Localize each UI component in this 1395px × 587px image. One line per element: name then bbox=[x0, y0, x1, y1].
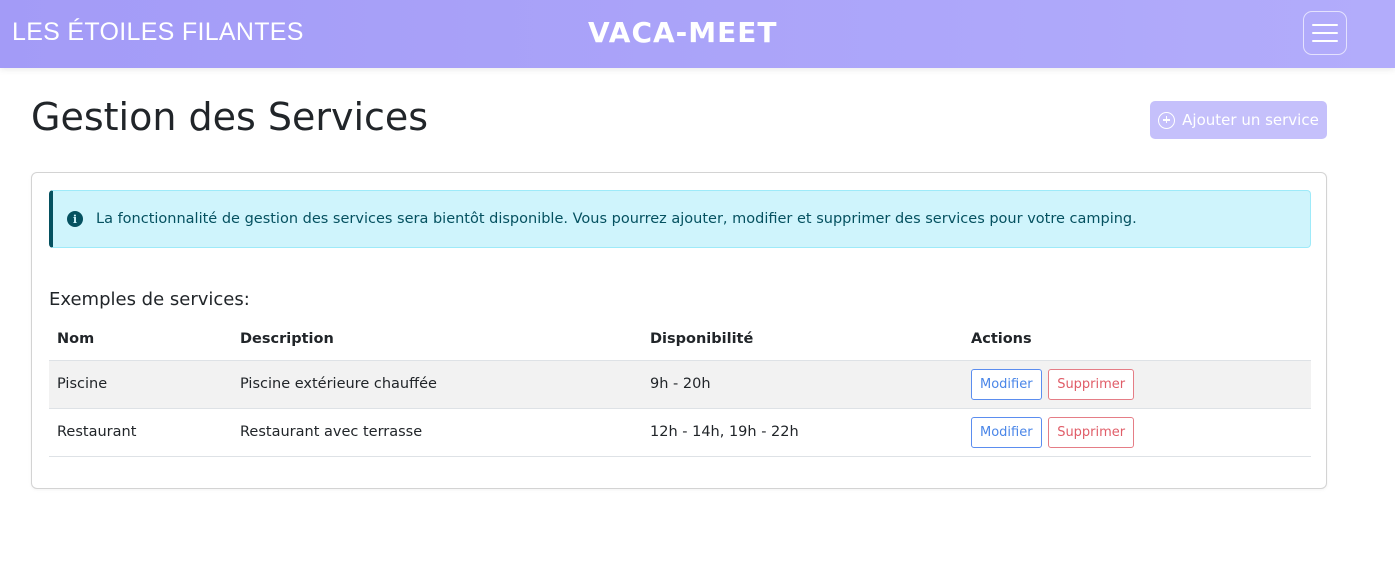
table-row: Restaurant Restaurant avec terrasse 12h … bbox=[49, 408, 1311, 457]
column-header-description: Description bbox=[232, 319, 642, 361]
hamburger-icon bbox=[1312, 24, 1338, 26]
cell-description: Restaurant avec terrasse bbox=[232, 408, 642, 457]
hamburger-icon-line bbox=[1312, 32, 1338, 34]
delete-button[interactable]: Supprimer bbox=[1048, 368, 1135, 400]
cell-name: Piscine bbox=[49, 360, 232, 409]
edit-button[interactable]: Modifier bbox=[971, 368, 1042, 400]
hamburger-icon-line bbox=[1312, 40, 1338, 42]
navbar: LES ÉTOILES FILANTES VACA-MEET bbox=[0, 0, 1395, 68]
cell-actions: Modifier Supprimer bbox=[963, 360, 1311, 409]
cell-actions: Modifier Supprimer bbox=[963, 408, 1311, 457]
column-header-availability: Disponibilité bbox=[642, 319, 963, 361]
delete-button[interactable]: Supprimer bbox=[1048, 416, 1135, 448]
examples-title: Exemples de services: bbox=[49, 289, 250, 310]
add-service-button[interactable]: Ajouter un service bbox=[1150, 101, 1327, 139]
cell-description: Piscine extérieure chauffée bbox=[232, 360, 642, 409]
cell-availability: 9h - 20h bbox=[642, 360, 963, 409]
cell-name: Restaurant bbox=[49, 408, 232, 457]
edit-button[interactable]: Modifier bbox=[971, 416, 1042, 448]
info-alert: i La fonctionnalité de gestion des servi… bbox=[49, 190, 1311, 248]
services-card: i La fonctionnalité de gestion des servi… bbox=[31, 172, 1327, 489]
app-title[interactable]: VACA-MEET bbox=[588, 16, 778, 49]
table-header-row: Nom Description Disponibilité Actions bbox=[49, 319, 1311, 361]
menu-toggle-button[interactable] bbox=[1303, 11, 1347, 55]
column-header-name: Nom bbox=[49, 319, 232, 361]
info-icon: i bbox=[67, 211, 83, 227]
table-row: Piscine Piscine extérieure chauffée 9h -… bbox=[49, 360, 1311, 409]
plus-circle-icon bbox=[1158, 111, 1176, 129]
info-alert-text: La fonctionnalité de gestion des service… bbox=[96, 211, 1137, 227]
services-table: Nom Description Disponibilité Actions Pi… bbox=[49, 319, 1311, 457]
add-service-label: Ajouter un service bbox=[1182, 111, 1319, 129]
cell-availability: 12h - 14h, 19h - 22h bbox=[642, 408, 963, 457]
brand-name[interactable]: LES ÉTOILES FILANTES bbox=[12, 18, 304, 47]
column-header-actions: Actions bbox=[963, 319, 1311, 361]
page-title: Gestion des Services bbox=[31, 95, 429, 139]
